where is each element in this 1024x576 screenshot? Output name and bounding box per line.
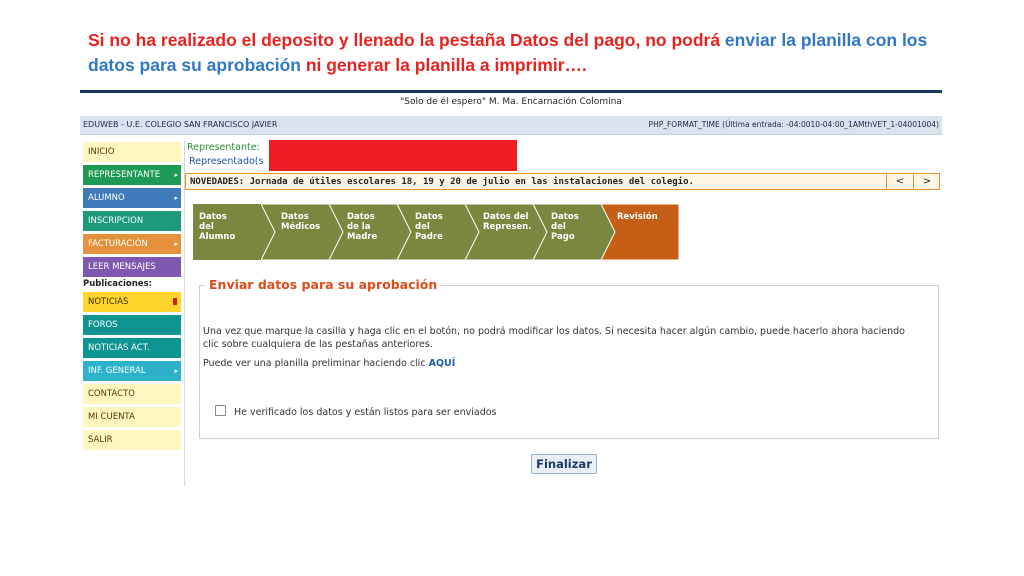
submenu-arrow-icon: ▸: [174, 240, 178, 248]
school-name: EDUWEB - U.E. COLEGIO SAN FRANCISCO JAVI…: [83, 120, 278, 129]
confirm-checkbox[interactable]: [215, 405, 226, 416]
caption-blue-2: la: [776, 30, 801, 50]
sidebar-item-inscripcion[interactable]: INSCRIPCION: [83, 211, 181, 231]
school-bar: EDUWEB - U.E. COLEGIO SAN FRANCISCO JAVI…: [80, 116, 942, 135]
sidebar-item-mi-cuenta[interactable]: MI CUENTA: [83, 407, 181, 427]
preview-text: Puede ver una planilla preliminar hacien…: [203, 358, 429, 369]
sidebar-item-inicio[interactable]: INICIO: [83, 142, 181, 162]
top-rule: [80, 90, 942, 93]
caption-red-2: ni generar la planilla a imprimir….: [300, 55, 587, 75]
last-entry: PHP_FORMAT_TIME (Última entrada: -04:001…: [648, 120, 939, 129]
school-motto: "Solo de él espero" M. Ma. Encarnación C…: [400, 97, 622, 107]
publications-label: Publicaciones:: [83, 279, 153, 289]
sidebar-item-noticias-act[interactable]: NOTICIAS ACT.: [83, 338, 181, 358]
preview-link[interactable]: AQUÍ: [429, 358, 456, 369]
news-ticker: NOVEDADES: Jornada de útiles escolares 1…: [185, 173, 940, 190]
sidebar-item-contacto[interactable]: CONTACTO: [83, 384, 181, 404]
submenu-arrow-icon: ▸: [174, 171, 178, 179]
sidebar-menu: INICIO REPRESENTANTE ▸ ALUMNO ▸ INSCRIPCIO…: [83, 142, 181, 453]
sidebar-item-noticias[interactable]: NOTICIAS: [83, 292, 181, 312]
sidebar-item-salir[interactable]: SALIR: [83, 430, 181, 450]
redaction-block: [269, 140, 517, 171]
news-prev-button[interactable]: <: [886, 174, 913, 189]
sidebar-item-alumno[interactable]: ALUMNO ▸: [83, 188, 181, 208]
caption-blue-1: enviar: [724, 30, 777, 50]
representante-label: Representante:: [187, 142, 260, 153]
wizard-steps: Datos del Alumno Datos Médicos Datos de …: [193, 204, 679, 262]
slide-caption: Si no ha realizado el deposito y llenado…: [88, 28, 958, 78]
caption-red-1: Si no ha realizado el deposito y llenado…: [88, 30, 725, 50]
finalize-button[interactable]: Finalizar: [531, 454, 597, 474]
instructions-text: Una vez que marque la casilla y haga cli…: [203, 326, 905, 350]
submenu-arrow-icon: ▸: [174, 194, 178, 202]
sidebar-item-facturacion[interactable]: FACTURACIÓN ▸: [83, 234, 181, 254]
preview-line: Puede ver una planilla preliminar hacien…: [203, 358, 455, 369]
confirm-label: He verificado los datos y están listos p…: [234, 407, 497, 418]
submenu-arrow-icon: ▸: [174, 367, 178, 375]
news-text: NOVEDADES: Jornada de útiles escolares 1…: [190, 177, 694, 187]
representado-label: Representado(s: [189, 156, 264, 167]
new-badge-icon: [173, 298, 177, 305]
news-next-button[interactable]: >: [913, 174, 940, 189]
sidebar-item-foros[interactable]: FOROS: [83, 315, 181, 335]
sidebar-item-representante[interactable]: REPRESENTANTE ▸: [83, 165, 181, 185]
confirm-row: He verificado los datos y están listos p…: [215, 405, 497, 418]
sidebar-item-inf-general[interactable]: INF. GENERAL ▸: [83, 361, 181, 381]
fieldset-legend: Enviar datos para su aprobación: [205, 277, 442, 292]
main-content: Representante: Representado(s NOVEDADES:…: [184, 140, 943, 486]
sidebar-item-leer-mensajes[interactable]: LEER MENSAJES: [83, 257, 181, 277]
app-screenshot: "Solo de él espero" M. Ma. Encarnación C…: [80, 90, 942, 486]
